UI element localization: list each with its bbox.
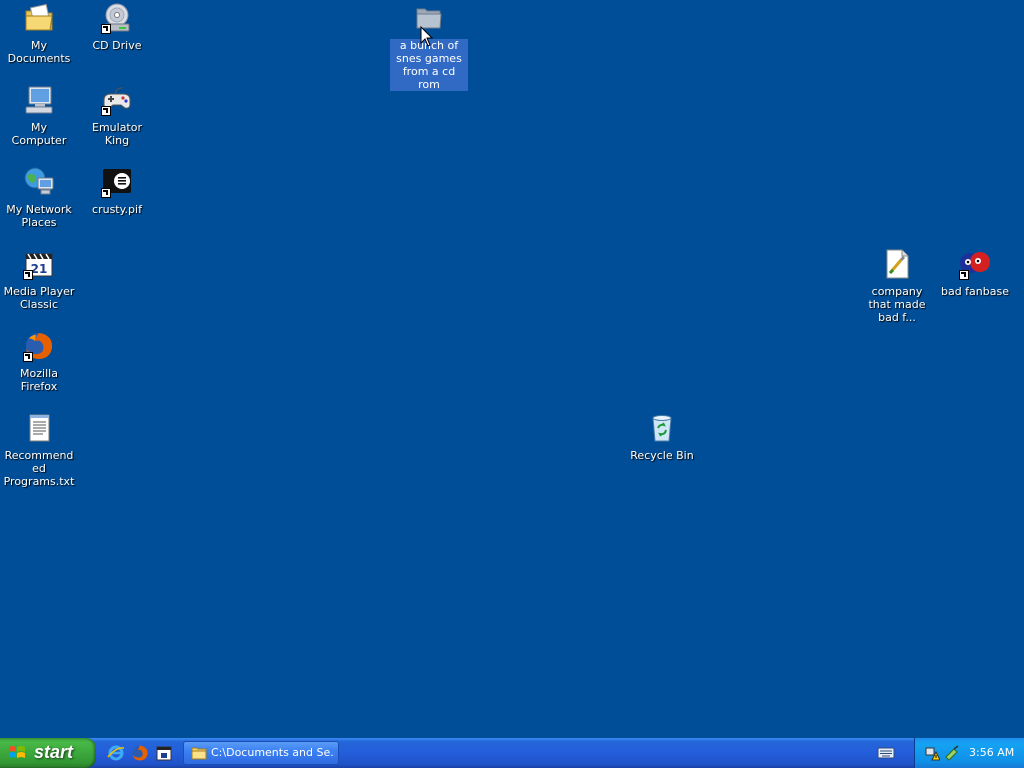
- desktop-icon-label: Recycle Bin: [630, 449, 694, 462]
- bad-fanbase-icon: [959, 248, 991, 280]
- my-computer-icon: [23, 84, 55, 116]
- desktop[interactable]: My Documents CD Drive a bunch of snes ga…: [0, 0, 1024, 738]
- system-tray: 3:56 AM: [914, 738, 1024, 768]
- desktop-icon-my-documents[interactable]: My Documents: [0, 2, 78, 65]
- safely-remove-icon[interactable]: [944, 745, 960, 761]
- desktop-icon-label: Recommended Programs.txt: [3, 449, 75, 488]
- internet-explorer-icon[interactable]: [107, 744, 125, 762]
- recycle-bin-icon: [646, 412, 678, 444]
- desktop-icon-media-player-classic[interactable]: 21 Media Player Classic: [0, 248, 78, 311]
- clock[interactable]: 3:56 AM: [969, 746, 1014, 759]
- desktop-icon-mozilla-firefox[interactable]: Mozilla Firefox: [0, 330, 78, 393]
- windows-logo-icon: [9, 746, 25, 758]
- network-warning-icon[interactable]: [924, 745, 940, 761]
- shortcut-arrow-icon: [101, 106, 111, 116]
- my-documents-icon: [23, 2, 55, 34]
- desktop-icon-my-network-places[interactable]: My Network Places: [0, 166, 78, 229]
- shortcut-arrow-icon: [959, 270, 969, 280]
- folder-icon: [191, 747, 207, 760]
- start-button[interactable]: start: [0, 738, 96, 768]
- taskbar-button-documents-folder[interactable]: C:\Documents and Se...: [183, 741, 339, 765]
- desktop-icon-my-computer[interactable]: My Computer: [0, 84, 78, 147]
- desktop-icon-label: My Documents: [7, 39, 71, 65]
- gamepad-icon: [101, 84, 133, 116]
- shortcut-arrow-icon: [101, 188, 111, 198]
- taskbar-button-label: C:\Documents and Se...: [211, 746, 335, 759]
- mouse-cursor-icon: [420, 26, 434, 47]
- desktop-icon-label: Media Player Classic: [3, 285, 75, 311]
- desktop-icon-emulator-king[interactable]: Emulator King: [78, 84, 156, 147]
- text-file-icon: [23, 412, 55, 444]
- desktop-icon-recycle-bin[interactable]: Recycle Bin: [623, 412, 701, 462]
- media-player-classic-icon[interactable]: [155, 744, 173, 762]
- taskbar: start C:\Documents and Se... 3:56 AM: [0, 738, 1024, 768]
- desktop-icon-label: company that made bad f...: [868, 285, 926, 324]
- shortcut-arrow-icon: [101, 24, 111, 34]
- shortcut-arrow-icon: [23, 352, 33, 362]
- shortcut-arrow-icon: [23, 270, 33, 280]
- desktop-icon-crusty-pif[interactable]: crusty.pif: [78, 166, 156, 216]
- paint-document-icon: [881, 248, 913, 280]
- pif-program-icon: [101, 166, 133, 198]
- desktop-icon-label: CD Drive: [92, 39, 142, 52]
- desktop-icon-recommended-programs-txt[interactable]: Recommended Programs.txt: [0, 412, 78, 488]
- keyboard-icon[interactable]: [877, 746, 895, 760]
- desktop-icon-bad-fanbase[interactable]: bad fanbase: [936, 248, 1014, 298]
- media-player-classic-icon: 21: [23, 248, 55, 280]
- desktop-icon-label: Emulator King: [92, 121, 142, 147]
- desktop-icon-label: My Network Places: [6, 203, 72, 229]
- desktop-icon-company-document[interactable]: company that made bad f...: [858, 248, 936, 324]
- firefox-icon: [23, 330, 55, 362]
- cd-drive-icon: [101, 2, 133, 34]
- network-places-icon: [23, 166, 55, 198]
- desktop-icon-label: Mozilla Firefox: [20, 367, 58, 393]
- desktop-icon-label: crusty.pif: [92, 203, 142, 216]
- desktop-icon-label: bad fanbase: [940, 285, 1009, 298]
- svg-text:21: 21: [31, 262, 48, 276]
- firefox-icon[interactable]: [131, 744, 149, 762]
- desktop-icon-label: My Computer: [11, 121, 67, 147]
- desktop-icon-cd-drive[interactable]: CD Drive: [78, 2, 156, 52]
- start-label: start: [34, 742, 74, 762]
